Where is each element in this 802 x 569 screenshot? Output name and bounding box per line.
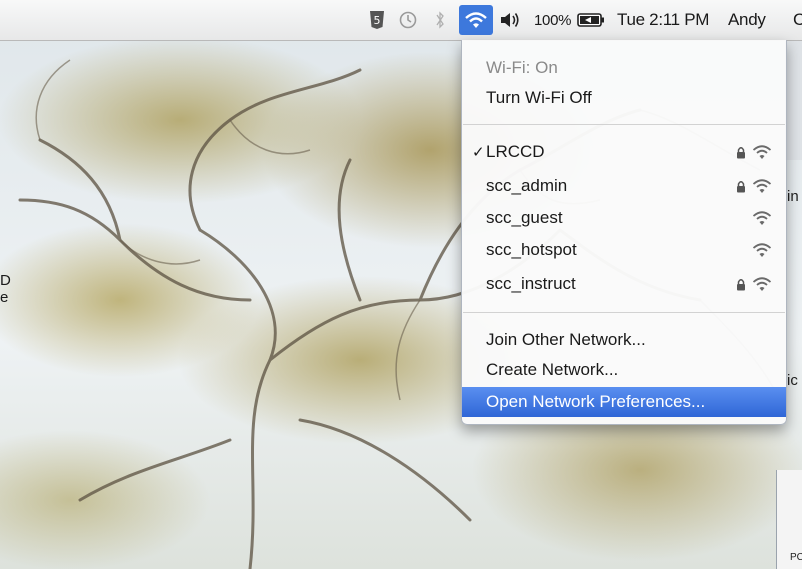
spotlight-cutoff[interactable]: C	[793, 0, 802, 40]
background-document-label: PC	[790, 552, 802, 563]
html5-shield-icon[interactable]: 5	[368, 0, 386, 40]
network-item-scc-admin[interactable]: scc_admin	[462, 172, 786, 200]
desktop-left-edge-text: D e	[0, 272, 11, 306]
selected-checkmark: ✓	[472, 144, 485, 161]
wifi-menu-button[interactable]	[459, 5, 493, 35]
lock-icon	[737, 146, 745, 158]
open-network-preferences-label: Open Network Preferences...	[486, 392, 706, 411]
left-edge-line-2: e	[0, 289, 9, 306]
wifi-signal-icon	[752, 145, 772, 159]
wifi-signal-icon	[752, 179, 772, 193]
wifi-dropdown-menu: Wi-Fi: On Turn Wi-Fi Off ✓ LRCCD scc_adm…	[461, 40, 787, 425]
turn-wifi-off-label: Turn Wi-Fi Off	[486, 88, 592, 107]
battery-icon[interactable]	[577, 0, 605, 40]
network-name: scc_guest	[486, 208, 563, 227]
background-window-edge	[785, 40, 802, 160]
create-network-label: Create Network...	[486, 360, 619, 379]
menu-separator	[463, 312, 785, 313]
battery-percent[interactable]: 100%	[534, 0, 571, 40]
join-other-network-label: Join Other Network...	[486, 330, 646, 349]
background-window-text: in	[787, 188, 799, 205]
network-name: scc_instruct	[486, 274, 576, 293]
clock[interactable]: Tue 2:11 PM	[617, 0, 709, 40]
wifi-status: Wi-Fi: On	[462, 54, 786, 82]
lock-icon	[737, 278, 745, 290]
network-item-scc-hotspot[interactable]: scc_hotspot	[462, 236, 786, 264]
menu-separator	[463, 124, 785, 125]
svg-text:5: 5	[374, 14, 381, 27]
create-network-item[interactable]: Create Network...	[462, 356, 786, 384]
network-name: LRCCD	[486, 142, 545, 161]
network-name: scc_hotspot	[486, 240, 577, 259]
left-edge-line-1: D	[0, 272, 11, 289]
background-window-text: ic	[787, 372, 798, 389]
wifi-signal-icon	[752, 277, 772, 291]
lock-icon	[737, 180, 745, 192]
bluetooth-icon[interactable]	[434, 0, 446, 40]
open-network-preferences-item[interactable]: Open Network Preferences...	[462, 387, 786, 417]
network-item-scc-guest[interactable]: scc_guest	[462, 204, 786, 232]
network-item-scc-instruct[interactable]: scc_instruct	[462, 270, 786, 298]
wifi-status-label: Wi-Fi: On	[486, 58, 558, 77]
turn-wifi-off-item[interactable]: Turn Wi-Fi Off	[462, 84, 786, 112]
time-machine-icon[interactable]	[398, 0, 418, 40]
menu-bar: 5 100% Tue 2:11 PM Andy C	[0, 0, 802, 41]
network-name: scc_admin	[486, 176, 568, 195]
wifi-signal-icon	[752, 243, 772, 257]
user-name[interactable]: Andy	[728, 0, 766, 40]
wifi-signal-icon	[752, 211, 772, 225]
wifi-icon	[465, 12, 487, 28]
join-other-network-item[interactable]: Join Other Network...	[462, 326, 786, 354]
volume-icon[interactable]	[499, 0, 521, 40]
network-item-lrccd[interactable]: ✓ LRCCD	[462, 138, 786, 166]
